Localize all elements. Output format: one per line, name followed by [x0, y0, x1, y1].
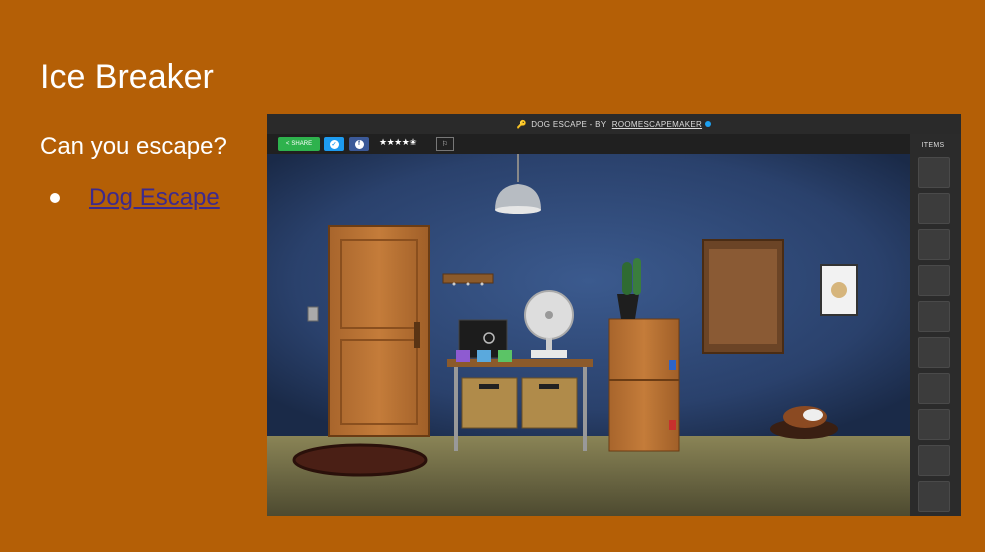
facebook-button[interactable]: f	[349, 137, 369, 151]
red-paint-bottle[interactable]	[669, 420, 676, 430]
twitter-icon: ✓	[329, 139, 339, 149]
item-slot[interactable]	[918, 373, 950, 404]
slide-subtitle: Can you escape?	[40, 133, 227, 160]
item-slot[interactable]	[918, 409, 950, 440]
game-embed: 🔑 DOG ESCAPE - BY ROOMESCAPEMAKER < SHAR…	[267, 114, 961, 516]
bullet-icon	[50, 193, 60, 203]
items-panel: ITEMS	[910, 134, 961, 516]
by-label: - BY	[587, 119, 609, 129]
dog-escape-link[interactable]: Dog Escape	[89, 184, 220, 212]
facebook-icon: f	[354, 139, 364, 149]
window-blinds[interactable]	[702, 239, 784, 354]
game-title-bar: 🔑 DOG ESCAPE - BY ROOMESCAPEMAKER	[267, 114, 961, 134]
blue-paint-bottle[interactable]	[669, 360, 676, 370]
share-icon: <	[285, 141, 290, 147]
item-slot[interactable]	[918, 481, 950, 512]
flag-icon: ⚐	[441, 141, 449, 148]
item-slot[interactable]	[918, 229, 950, 260]
items-label: ITEMS	[921, 142, 945, 149]
slide-title: Ice Breaker	[40, 58, 214, 96]
game-title: DOG ESCAPE	[531, 119, 588, 129]
item-slot[interactable]	[918, 193, 950, 224]
dog-painting[interactable]	[820, 264, 858, 316]
cabinet[interactable]	[608, 318, 680, 452]
share-button[interactable]: < SHARE	[278, 137, 320, 151]
twitter-button[interactable]: ✓	[324, 137, 344, 151]
door[interactable]	[328, 225, 430, 437]
game-toolbar: < SHARE ✓ f ★★★★✬ ⚐	[267, 134, 910, 154]
report-flag-button[interactable]: ⚐	[436, 137, 454, 151]
verified-icon	[705, 121, 712, 127]
sticky-note-green[interactable]	[498, 350, 512, 362]
sticky-note-blue[interactable]	[477, 350, 491, 362]
light-switch[interactable]	[307, 306, 319, 322]
item-slot[interactable]	[918, 337, 950, 368]
share-label: SHARE	[291, 141, 313, 147]
sticky-note-purple[interactable]	[456, 350, 470, 362]
rating-stars[interactable]: ★★★★✬	[379, 137, 417, 148]
item-slot[interactable]	[918, 265, 950, 296]
item-slot[interactable]	[918, 445, 950, 476]
item-slot[interactable]	[918, 157, 950, 188]
bullet-list-item: Dog Escape	[50, 184, 220, 212]
item-slot[interactable]	[918, 301, 950, 332]
rug[interactable]	[292, 443, 428, 477]
author-link[interactable]: ROOMESCAPEMAKER	[612, 120, 702, 129]
room-scene	[267, 154, 910, 516]
key-icon: 🔑	[516, 119, 528, 129]
